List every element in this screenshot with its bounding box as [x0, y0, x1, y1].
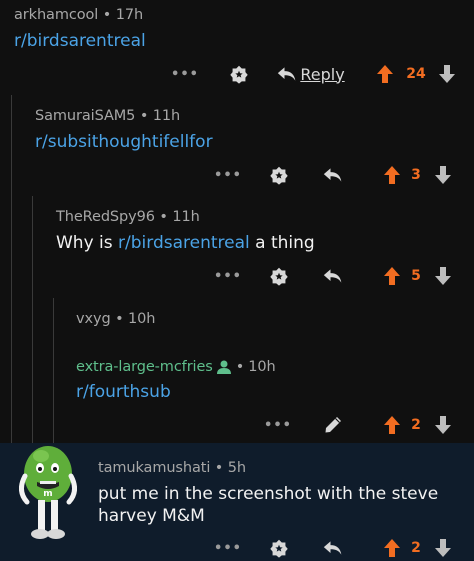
- comment-4-meta: vxyg • 10h: [76, 311, 156, 327]
- comment-6-time: 5h: [227, 460, 246, 476]
- upvote-button[interactable]: [381, 413, 403, 437]
- more-options-button[interactable]: •••: [170, 62, 200, 86]
- reply-icon: [323, 541, 342, 555]
- comment-1-body: r/birdsarentreal: [14, 30, 146, 52]
- upvote-button[interactable]: [381, 163, 403, 187]
- downvote-button[interactable]: [432, 163, 454, 187]
- comment-2-author[interactable]: SamuraiSAM5: [35, 108, 135, 124]
- downvote-button[interactable]: [436, 62, 458, 86]
- downvote-icon: [435, 539, 451, 557]
- comment-5-author[interactable]: extra-large-mcfries: [76, 359, 213, 375]
- reply-button[interactable]: [320, 536, 346, 560]
- award-icon: [270, 539, 288, 558]
- more-options-button[interactable]: •••: [213, 163, 243, 187]
- comment-6-actions: ••• 2: [0, 536, 474, 560]
- award-button[interactable]: [226, 62, 252, 86]
- reply-button[interactable]: [320, 163, 346, 187]
- comment-1-meta: arkhamcool • 17h: [14, 7, 144, 23]
- comment-4-author[interactable]: vxyg: [76, 311, 111, 327]
- upvote-icon: [384, 539, 400, 557]
- downvote-button[interactable]: [432, 413, 454, 437]
- upvote-button[interactable]: [374, 62, 396, 86]
- upvote-button[interactable]: [381, 536, 403, 560]
- comment-4-time: 10h: [128, 311, 156, 327]
- score-count: 3: [411, 167, 421, 183]
- reply-icon: [278, 67, 296, 81]
- award-button[interactable]: [266, 264, 292, 288]
- comment-3-time: 11h: [172, 209, 200, 225]
- comment-3-author[interactable]: TheRedSpy96: [56, 209, 155, 225]
- award-icon: [270, 267, 288, 286]
- score-count: 2: [411, 417, 421, 433]
- comment-2-actions: ••• 3: [0, 163, 474, 187]
- downvote-icon: [439, 65, 455, 83]
- downvote-icon: [435, 166, 451, 184]
- comment-5-meta: extra-large-mcfries • 10h: [76, 359, 276, 375]
- comment-2-time: 11h: [152, 108, 181, 124]
- comment-2-subreddit-link[interactable]: r/subsithoughtifellfor: [35, 132, 213, 152]
- downvote-button[interactable]: [432, 536, 454, 560]
- reply-label[interactable]: Reply: [300, 65, 344, 84]
- comment-6-author[interactable]: tamukamushati: [98, 460, 210, 476]
- comment-3-body: Why is r/birdsarentreal a thing: [56, 233, 315, 253]
- comment-3-meta: TheRedSpy96 • 11h: [56, 209, 200, 225]
- comment-3-subreddit-link[interactable]: r/birdsarentreal: [118, 233, 250, 253]
- score-count: 2: [411, 540, 421, 556]
- comment-6-body-line-1: put me in the screenshot with the steve: [98, 484, 439, 504]
- score-count: 24: [406, 66, 426, 82]
- more-options-button[interactable]: •••: [263, 413, 293, 437]
- green-mm-character-avatar: m: [19, 446, 77, 539]
- comment-5-subreddit-link[interactable]: r/fourthsub: [76, 382, 171, 402]
- upvote-icon: [384, 416, 400, 434]
- comment-6-meta: tamukamushati • 5h: [98, 460, 246, 476]
- comment-1-subreddit-link[interactable]: r/birdsarentreal: [14, 31, 146, 51]
- edit-button[interactable]: [320, 413, 346, 437]
- reply-button[interactable]: Reply: [277, 62, 345, 86]
- downvote-icon: [435, 267, 451, 285]
- award-icon: [230, 65, 248, 84]
- upvote-icon: [377, 65, 393, 83]
- comment-3-actions: ••• 5: [0, 264, 474, 288]
- pencil-icon: [325, 417, 341, 433]
- award-button[interactable]: [266, 536, 292, 560]
- comment-2-body: r/subsithoughtifellfor: [35, 131, 213, 153]
- comment-5-time: 10h: [248, 359, 276, 375]
- reply-button[interactable]: [320, 264, 346, 288]
- comment-1-actions: ••• Reply 24: [0, 62, 474, 86]
- award-icon: [270, 166, 288, 185]
- award-button[interactable]: [266, 163, 292, 187]
- comment-5-body: r/fourthsub: [76, 381, 171, 403]
- comment-6-body-line-2: harvey M&M: [98, 506, 205, 526]
- upvote-button[interactable]: [381, 264, 403, 288]
- svg-text:m: m: [43, 489, 52, 499]
- user-icon: [216, 360, 231, 374]
- comment-1-time: 17h: [115, 7, 144, 23]
- reply-icon: [323, 269, 342, 283]
- downvote-button[interactable]: [432, 264, 454, 288]
- more-options-button[interactable]: •••: [213, 264, 243, 288]
- upvote-icon: [384, 267, 400, 285]
- reply-icon: [323, 168, 342, 182]
- more-options-button[interactable]: •••: [213, 536, 243, 560]
- thread-line-2: [32, 196, 33, 443]
- comment-1-author[interactable]: arkhamcool: [14, 7, 98, 23]
- upvote-icon: [384, 166, 400, 184]
- downvote-icon: [435, 416, 451, 434]
- score-count: 5: [411, 268, 421, 284]
- comment-2-meta: SamuraiSAM5 • 11h: [35, 108, 181, 124]
- comment-5-actions: ••• 2: [0, 413, 474, 437]
